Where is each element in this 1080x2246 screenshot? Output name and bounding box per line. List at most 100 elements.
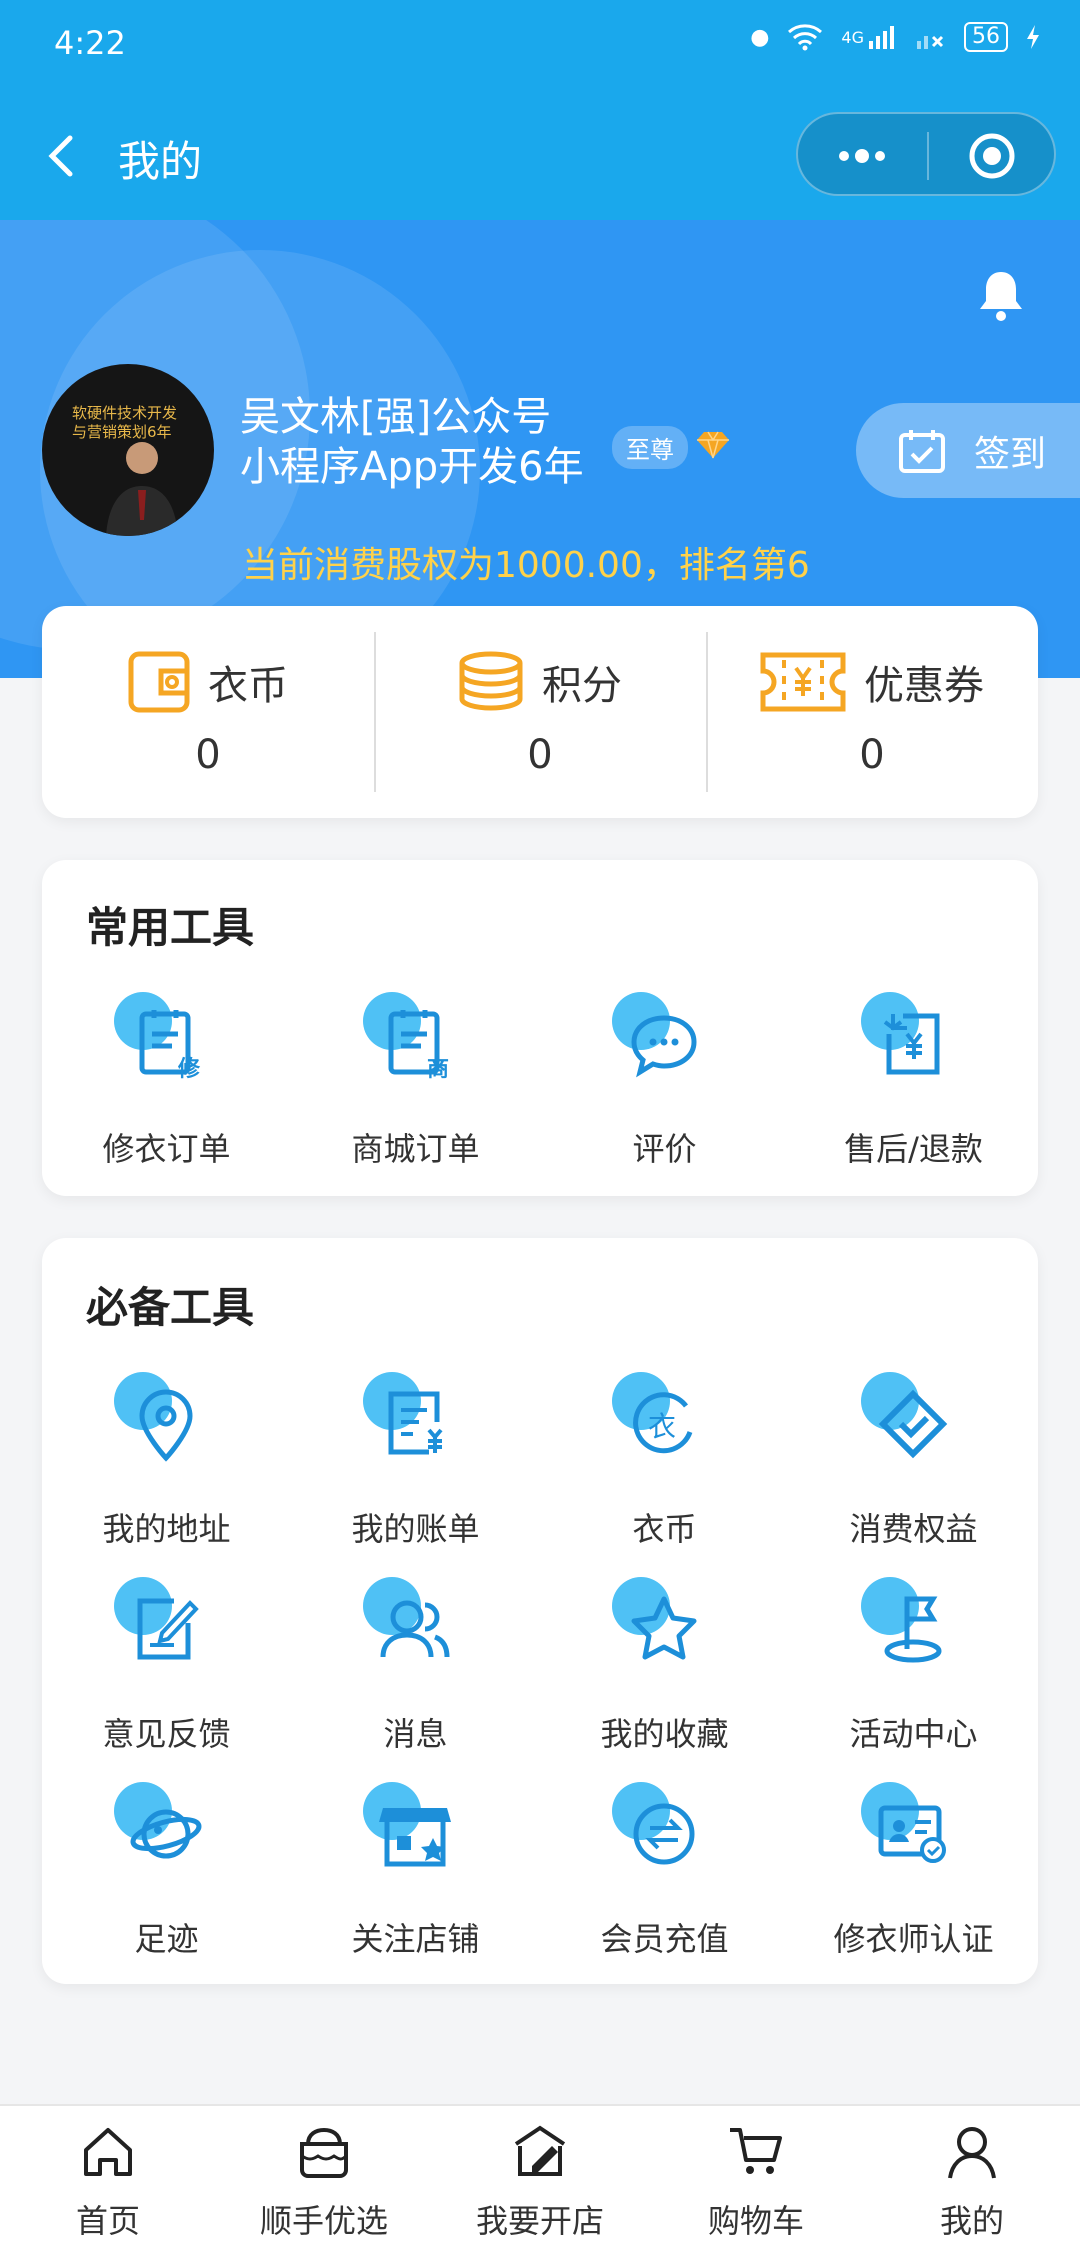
tool-shop-order[interactable]: 商 商城订单 — [291, 992, 540, 1197]
svg-text:修: 修 — [177, 1056, 201, 1082]
stat-coupons[interactable]: 优惠券 0 — [706, 606, 1038, 818]
clothes-coin-icon: 衣 — [633, 1392, 693, 1454]
section-title: 常用工具 — [86, 903, 255, 952]
flag-icon — [884, 1596, 942, 1663]
tab-selected-goods[interactable]: 顺手优选 — [216, 2106, 432, 2246]
back-icon[interactable] — [40, 130, 88, 182]
coins-icon — [459, 651, 523, 711]
home-icon — [84, 2128, 132, 2176]
calendar-check-icon — [899, 429, 945, 473]
tool-message[interactable]: 消息 — [291, 1577, 540, 1782]
bottom-tab-bar: 首页 顺手优选 我要开店 购物车 我的 — [0, 2104, 1080, 2246]
shop-order-icon: 商 — [388, 1010, 449, 1082]
message-icon — [380, 1600, 450, 1658]
capsule-divider — [927, 132, 929, 180]
stat-points[interactable]: 积分 0 — [374, 606, 706, 818]
cart-icon — [730, 2128, 782, 2174]
tab-label: 我要开店 — [475, 2202, 604, 2240]
comment-icon — [631, 1015, 697, 1078]
tool-label: 消费权益 — [849, 1510, 978, 1548]
tab-home[interactable]: 首页 — [0, 2106, 216, 2246]
user-name-line-2: 小程序App开发6年 — [240, 444, 584, 490]
page-title: 我的 — [118, 137, 203, 186]
user-icon — [948, 2127, 996, 2179]
status-icons: ● 4G 56 — [750, 22, 1040, 52]
tool-label: 活动中心 — [849, 1715, 978, 1753]
tool-clothes-coin[interactable]: 衣 衣币 — [540, 1372, 789, 1577]
tool-label: 评价 — [632, 1130, 697, 1168]
tool-label: 衣币 — [632, 1510, 697, 1548]
tool-label: 关注店铺 — [351, 1920, 480, 1958]
tool-label: 售后/退款 — [844, 1130, 983, 1168]
tool-refund[interactable]: 售后/退款 — [789, 992, 1038, 1197]
tool-comment[interactable]: 评价 — [540, 992, 789, 1197]
signal-off-icon — [917, 35, 944, 49]
tool-label: 商城订单 — [351, 1130, 480, 1168]
tool-my-address[interactable]: 我的地址 — [42, 1372, 291, 1577]
checkin-label: 签到 — [974, 433, 1047, 475]
close-mini-program-icon[interactable] — [966, 130, 1018, 182]
tool-label: 足迹 — [134, 1920, 199, 1958]
nav-bar: 我的 — [0, 92, 1080, 220]
tab-open-store[interactable]: 我要开店 — [432, 2106, 648, 2246]
tool-followed-stores[interactable]: 关注店铺 — [291, 1782, 540, 1987]
network-type: 4G — [841, 27, 864, 47]
tool-tailor-certification[interactable]: 修衣师认证 — [789, 1782, 1038, 1987]
diamond-icon — [697, 431, 729, 459]
stat-label: 衣币 — [208, 663, 288, 709]
stat-value: 0 — [859, 732, 885, 778]
tab-cart[interactable]: 购物车 — [648, 2106, 864, 2246]
star-icon — [631, 1596, 697, 1660]
open-store-icon — [514, 2125, 566, 2176]
tool-label: 会员充值 — [600, 1920, 729, 1958]
tab-me[interactable]: 我的 — [864, 2106, 1080, 2246]
svg-text:衣: 衣 — [648, 1410, 676, 1443]
user-name-line-1: 吴文林[强]公众号 — [240, 394, 552, 440]
status-bar: 4:22 ● 4G 56 — [0, 0, 1080, 92]
tool-my-bill[interactable]: 我的账单 — [291, 1372, 540, 1577]
tab-label: 我的 — [939, 2202, 1004, 2240]
planet-icon — [130, 1809, 202, 1859]
status-time: 4:22 — [54, 24, 126, 62]
basket-icon — [300, 2127, 348, 2178]
feedback-icon — [137, 1598, 199, 1660]
rights-icon — [878, 1389, 948, 1459]
tool-label: 意见反馈 — [102, 1715, 231, 1753]
tool-label: 我的账单 — [351, 1510, 480, 1548]
tool-activity-center[interactable]: 活动中心 — [789, 1577, 1038, 1782]
certificate-icon — [878, 1805, 946, 1863]
stat-clothes-coin[interactable]: 衣币 0 — [42, 606, 374, 818]
coupon-icon — [760, 652, 846, 712]
avatar[interactable]: 软硬件技术开发 与营销策划6年 — [42, 364, 214, 536]
stats-card: 衣币 0 积分 0 优惠券 0 — [42, 606, 1038, 818]
dot-icon: ● — [750, 24, 770, 50]
tool-label: 消息 — [383, 1715, 448, 1753]
tool-feedback[interactable]: 意见反馈 — [42, 1577, 291, 1782]
tool-consumer-rights[interactable]: 消费权益 — [789, 1372, 1038, 1577]
tab-label: 顺手优选 — [259, 2202, 388, 2240]
mini-program-capsule — [796, 112, 1056, 196]
tab-label: 首页 — [75, 2202, 140, 2240]
tool-favorites[interactable]: 我的收藏 — [540, 1577, 789, 1782]
refund-icon — [883, 1013, 940, 1075]
wallet-icon — [128, 651, 190, 713]
signal-icon — [869, 26, 894, 49]
store-icon — [379, 1808, 451, 1867]
checkin-button[interactable]: 签到 — [856, 403, 1080, 498]
tool-footprint[interactable]: 足迹 — [42, 1782, 291, 1987]
tool-member-recharge[interactable]: 会员充值 — [540, 1782, 789, 1987]
more-icon[interactable] — [834, 136, 890, 176]
common-tools-card: 常用工具 修 修衣订单 商 商城订单 评价 售后/退款 — [42, 860, 1038, 1196]
tool-repair-order[interactable]: 修 修衣订单 — [42, 992, 291, 1197]
wifi-icon — [788, 24, 823, 51]
battery-icon: 56 — [964, 22, 1008, 52]
tool-label: 我的地址 — [102, 1510, 231, 1548]
section-title: 必备工具 — [86, 1283, 255, 1332]
tool-label: 我的收藏 — [600, 1715, 729, 1753]
bill-icon — [388, 1391, 443, 1455]
essential-tools-card: 必备工具 我的地址 我的账单 衣 衣币 消费权益 意见反馈 消息 我的收藏 活动… — [42, 1238, 1038, 1984]
common-tools-grid: 修 修衣订单 商 商城订单 评价 售后/退款 — [42, 992, 1038, 1197]
charging-icon — [1027, 25, 1039, 49]
person-photo-icon — [106, 442, 178, 536]
bell-icon[interactable] — [976, 268, 1026, 324]
